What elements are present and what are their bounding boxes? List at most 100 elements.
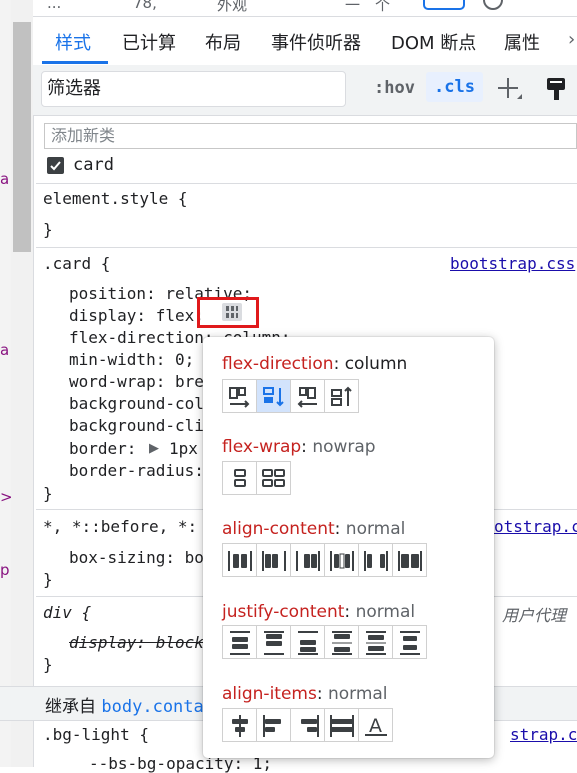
justify-center-icon <box>230 631 250 655</box>
row-icon <box>229 387 250 408</box>
tab-computed[interactable]: 已计算 <box>122 29 176 55</box>
flex-wrap-wrap-button[interactable] <box>256 461 291 495</box>
align-content-between-icon <box>364 551 388 571</box>
justify-end-icon <box>298 631 318 655</box>
flex-direction-buttons <box>222 379 359 413</box>
align-items-stretch-button[interactable] <box>324 708 359 742</box>
flex-wrap-title: flex-wrap: nowrap <box>222 437 376 457</box>
justify-around-icon <box>366 631 386 655</box>
scrollbar-thumb[interactable] <box>13 22 31 252</box>
tab-styles[interactable]: 样式 <box>55 29 91 55</box>
align-content-space-between-button[interactable] <box>358 543 393 577</box>
gutter-mark: a <box>0 170 10 188</box>
align-items-flex-end-button[interactable] <box>290 708 325 742</box>
justify-content-space-evenly-button[interactable] <box>392 625 427 659</box>
universal-rule-selector[interactable]: *, *::before, *: <box>43 517 197 536</box>
gutter-mark: p <box>0 561 10 579</box>
css-declaration[interactable]: display: flex; <box>69 306 204 325</box>
element-style-selector[interactable]: element.style { <box>43 189 188 208</box>
row-reverse-icon <box>297 387 317 408</box>
expand-triangle-icon[interactable]: ▶ <box>149 441 159 456</box>
gutter-mark: a <box>0 341 10 359</box>
card-rule-selector[interactable]: .card { <box>43 254 110 273</box>
more-tabs-icon[interactable]: › <box>568 29 575 50</box>
div-rule-selector[interactable]: div { <box>43 603 91 622</box>
overridden-declaration[interactable]: display: block <box>69 633 204 652</box>
align-items-center-button[interactable] <box>222 708 257 742</box>
css-declaration[interactable]: min-width: 0; <box>69 350 194 369</box>
cls-toggle[interactable]: .cls <box>426 72 483 102</box>
flex-direction-row-reverse-button[interactable] <box>290 379 325 413</box>
flex-direction-column-reverse-button[interactable] <box>324 379 359 413</box>
justify-content-center-button[interactable] <box>222 625 257 659</box>
css-declaration[interactable]: border-radius: <box>69 461 204 480</box>
align-items-title: align-items: normal <box>222 684 388 704</box>
column-icon <box>263 387 284 407</box>
paint-brush-icon[interactable] <box>545 76 567 102</box>
css-declaration[interactable]: background-col <box>69 394 204 413</box>
add-class-input[interactable]: 添加新类 <box>44 123 577 149</box>
new-style-rule-icon[interactable] <box>495 75 523 103</box>
flex-direction-row-button[interactable] <box>222 379 257 413</box>
divider <box>36 247 577 248</box>
justify-content-flex-end-button[interactable] <box>290 625 325 659</box>
bg-light-source-link[interactable]: strap.css <box>510 725 577 744</box>
align-items-baseline-button[interactable]: A <box>358 708 393 742</box>
tab-properties[interactable]: 属性 <box>504 29 540 55</box>
justify-content-flex-start-button[interactable] <box>256 625 291 659</box>
flex-wrap-nowrap-button[interactable] <box>222 461 257 495</box>
align-items-stretch-icon <box>330 715 354 737</box>
left-gutter: a a > p <box>0 0 13 767</box>
justify-content-buttons <box>222 625 427 659</box>
justify-between-icon <box>332 631 352 655</box>
card-class-label: card <box>73 155 114 175</box>
align-items-end-icon <box>301 715 319 737</box>
tab-event-listeners[interactable]: 事件侦听器 <box>271 29 361 55</box>
user-agent-label: 用户代理 <box>502 606 567 625</box>
top-strip-item: 外观 <box>217 0 248 14</box>
align-items-buttons: A <box>222 708 393 742</box>
align-content-flex-end-button[interactable] <box>290 543 325 577</box>
align-content-center-icon <box>228 551 252 571</box>
divider <box>36 183 577 184</box>
styles-tabbar: 样式 已计算 布局 事件侦听器 DOM 断点 属性 › <box>33 17 577 66</box>
tab-dom-breakpoints[interactable]: DOM 断点 <box>391 29 476 55</box>
css-declaration[interactable]: border: <box>69 439 146 458</box>
rule-close-brace: } <box>43 570 53 589</box>
css-declaration[interactable]: background-cli <box>69 416 204 435</box>
css-declaration[interactable]: word-wrap: bre <box>69 372 204 391</box>
justify-content-space-around-button[interactable] <box>358 625 393 659</box>
tab-layout[interactable]: 布局 <box>205 29 241 55</box>
justify-content-space-between-button[interactable] <box>324 625 359 659</box>
wrap-icon <box>262 469 285 487</box>
blue-badge-icon[interactable] <box>423 0 465 10</box>
universal-rule-source-link[interactable]: otstrap.cs <box>494 517 577 536</box>
flex-direction-column-button[interactable] <box>256 379 291 413</box>
align-items-center-icon <box>232 715 248 737</box>
bg-light-rule-selector[interactable]: .bg-light { <box>43 725 149 744</box>
align-content-around-icon <box>330 551 354 571</box>
flexbox-editor-icon[interactable] <box>222 303 242 321</box>
align-items-baseline-icon: A <box>365 715 387 737</box>
align-content-flex-start-button[interactable] <box>256 543 291 577</box>
css-declaration[interactable]: box-sizing: bo <box>69 548 204 567</box>
card-class-checkbox[interactable] <box>47 157 64 174</box>
nowrap-icon <box>234 469 246 487</box>
align-content-stretch-icon <box>398 551 422 571</box>
card-rule-source-link[interactable]: bootstrap.css <box>450 254 575 273</box>
filter-input[interactable]: 筛选器 <box>41 71 346 107</box>
align-content-stretch-button[interactable] <box>392 543 427 577</box>
inherited-element-link[interactable]: body.conta <box>101 697 203 717</box>
align-items-flex-start-button[interactable] <box>256 708 291 742</box>
border-value[interactable]: 1px <box>169 439 198 458</box>
svg-text:A: A <box>369 715 382 737</box>
align-content-space-around-button[interactable] <box>324 543 359 577</box>
gear-icon[interactable] <box>483 0 503 10</box>
align-content-center-button[interactable] <box>222 543 257 577</box>
flex-wrap-buttons <box>222 461 291 495</box>
justify-start-icon <box>264 631 284 655</box>
hov-toggle[interactable]: :hov <box>374 78 415 98</box>
align-content-buttons <box>222 543 427 577</box>
rule-close-brace: } <box>43 484 53 503</box>
align-content-title: align-content: normal <box>222 519 406 539</box>
